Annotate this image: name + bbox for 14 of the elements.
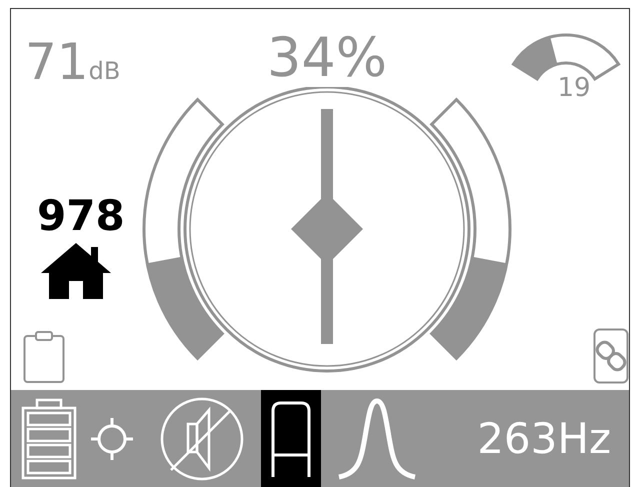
- clipboard-icon: [23, 330, 65, 384]
- frequency-reading: 263Hz: [477, 414, 611, 463]
- battery-icon: [21, 398, 77, 480]
- signal-reading: 71 dB: [25, 37, 120, 87]
- tracer-icon: [269, 398, 313, 478]
- strength-reading: 19: [557, 75, 591, 101]
- link-icon[interactable]: [593, 328, 629, 384]
- crosshair-icon: [89, 416, 135, 462]
- distance-reading: 978: [37, 195, 125, 237]
- percent-reading: 34%: [266, 31, 388, 85]
- mode-button[interactable]: [261, 390, 321, 487]
- mute-speaker-icon: [159, 396, 245, 482]
- house-icon: [39, 241, 113, 299]
- peak-curve-icon: [337, 396, 417, 480]
